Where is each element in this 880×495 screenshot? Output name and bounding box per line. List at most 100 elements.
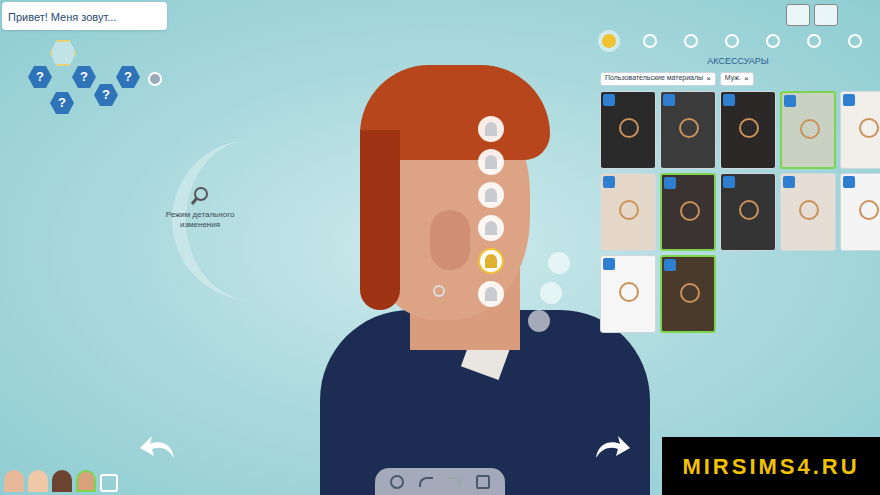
head-icon — [485, 254, 497, 268]
accessory-slot[interactable] — [478, 248, 504, 274]
accessory-slot[interactable] — [478, 215, 504, 241]
custom-content-icon — [603, 94, 615, 106]
catalog-item[interactable] — [720, 91, 776, 169]
trait-label: ? — [80, 67, 88, 87]
category-tab[interactable] — [639, 30, 661, 52]
accessory-icon — [739, 200, 759, 220]
category-tab[interactable] — [762, 30, 784, 52]
detail-mode[interactable]: Режим детального изменения — [160, 185, 240, 230]
catalog-item[interactable] — [720, 173, 776, 251]
custom-content-icon — [843, 94, 855, 106]
trait-slot[interactable]: ? — [94, 84, 118, 106]
household-sim[interactable] — [4, 470, 24, 492]
category-icon — [684, 34, 698, 48]
head-icon — [485, 122, 497, 136]
trait-label: ? — [102, 85, 110, 105]
accessory-icon — [859, 200, 879, 220]
undo-icon[interactable] — [419, 477, 433, 487]
watermark: MIRSIMS4.RU — [662, 437, 880, 495]
accessory-icon — [619, 282, 639, 302]
filter-label: Муж. — [725, 73, 741, 84]
label: Привет! Меня зовут... — [8, 11, 116, 23]
slot-extra[interactable] — [540, 282, 562, 304]
accessory-slot[interactable] — [478, 116, 504, 142]
trait-label: ? — [124, 67, 132, 87]
category-icon — [848, 34, 862, 48]
custom-content-icon — [603, 258, 615, 270]
category-icon — [766, 34, 780, 48]
bottom-toolbar — [375, 468, 505, 495]
household-sim[interactable] — [76, 470, 96, 492]
custom-content-icon — [783, 176, 795, 188]
filter-label: Пользовательские материалы — [605, 73, 703, 84]
label: MIRSIMS4.RU — [682, 450, 859, 483]
accessory-icon — [679, 118, 699, 138]
category-tab[interactable] — [803, 30, 825, 52]
household-sim[interactable] — [28, 470, 48, 492]
remove-filter-button[interactable]: × — [706, 73, 711, 85]
gallery-icon[interactable] — [390, 475, 404, 489]
label: Режим детального изменения — [160, 210, 240, 230]
label: АКСЕССУАРЫ — [707, 55, 768, 69]
slot-extra[interactable] — [548, 252, 570, 274]
catalog-item[interactable] — [840, 91, 880, 169]
accessory-slot[interactable] — [478, 281, 504, 307]
catalog-item[interactable] — [780, 173, 836, 251]
catalog-item[interactable] — [600, 173, 656, 251]
filter-chip[interactable]: Муж.× — [720, 72, 754, 86]
filter-chip[interactable]: Пользовательские материалы× — [600, 72, 716, 86]
name-field[interactable]: Привет! Меня зовут... — [2, 2, 167, 30]
custom-content-icon — [664, 177, 676, 189]
trait-slot[interactable]: ? — [116, 66, 140, 88]
category-tab[interactable] — [721, 30, 743, 52]
redo-icon[interactable] — [447, 477, 461, 487]
custom-content-icon — [663, 94, 675, 106]
slot-extra[interactable] — [528, 310, 550, 332]
accessory-icon — [680, 283, 700, 303]
custom-content-icon — [603, 176, 615, 188]
catalog-panel: АКСЕССУАРЫ Пользовательские материалы×Му… — [596, 30, 880, 333]
aspiration-icon[interactable] — [148, 72, 162, 86]
category-tab[interactable] — [844, 30, 866, 52]
catalog-item[interactable] — [660, 173, 716, 251]
save-icon[interactable] — [814, 4, 838, 26]
catalog-item[interactable] — [600, 91, 656, 169]
catalog-item[interactable] — [840, 173, 880, 251]
accessory-slot[interactable] — [478, 149, 504, 175]
accessory-icon — [619, 118, 639, 138]
back-arrow-icon[interactable] — [138, 432, 178, 462]
trait-label: ? — [36, 67, 44, 87]
category-tab[interactable] — [598, 30, 620, 52]
category-icon — [807, 34, 821, 48]
remove-filter-button[interactable]: × — [744, 73, 749, 85]
head-icon — [485, 287, 497, 301]
catalog-item[interactable] — [660, 91, 716, 169]
catalog-item[interactable] — [660, 255, 716, 333]
trait-slot[interactable]: ? — [50, 92, 74, 114]
trait-slot[interactable]: ? — [28, 66, 52, 88]
category-icon — [643, 34, 657, 48]
trait-slot[interactable] — [50, 40, 76, 66]
category-tab[interactable] — [680, 30, 702, 52]
head-icon — [485, 155, 497, 169]
custom-content-icon — [723, 94, 735, 106]
catalog-item[interactable] — [600, 255, 656, 333]
accessory-icon — [859, 118, 879, 138]
category-icon — [725, 34, 739, 48]
magnifier-icon — [189, 185, 211, 207]
next-arrow-icon[interactable] — [592, 432, 632, 462]
gallery-icon[interactable] — [786, 4, 810, 26]
accessory-icon — [739, 118, 759, 138]
catalog-item[interactable] — [780, 91, 836, 169]
head-icon — [485, 221, 497, 235]
household-sim[interactable] — [52, 470, 72, 492]
accessory-slot[interactable] — [478, 182, 504, 208]
head-icon — [485, 188, 497, 202]
save-icon[interactable] — [476, 475, 490, 489]
add-sim-icon[interactable] — [100, 474, 118, 492]
custom-content-icon — [723, 176, 735, 188]
accessory-icon — [619, 200, 639, 220]
custom-content-icon — [664, 259, 676, 271]
trait-slot[interactable]: ? — [72, 66, 96, 88]
accessory-icon — [680, 201, 700, 221]
